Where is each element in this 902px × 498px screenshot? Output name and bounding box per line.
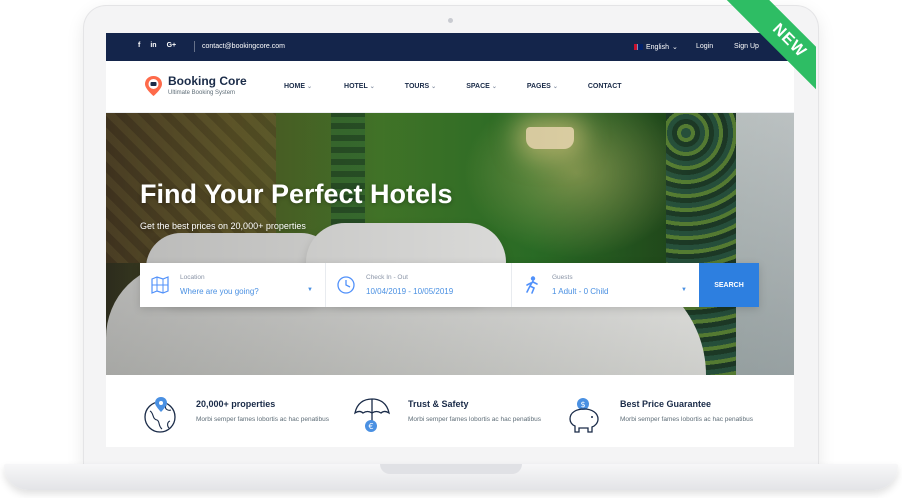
date-range-input[interactable]: 10/04/2019 - 10/05/2019 (366, 287, 453, 296)
piggy-bank-icon: $ (569, 398, 599, 433)
location-label: Location (180, 274, 205, 281)
main-menu: HOME ⌄ HOTEL ⌄ TOURS ⌄ SPACE ⌄ PAGES ⌄ CONTAC… (284, 83, 622, 90)
top-bar: f in G+ contact@bookingcore.com English … (106, 33, 794, 61)
new-ribbon-label: NEW (718, 0, 816, 112)
laptop-notch (380, 464, 522, 474)
svg-text:€: € (368, 422, 373, 431)
chevron-down-icon: ⌄ (671, 44, 678, 51)
menu-item-home[interactable]: HOME ⌄ (284, 83, 312, 90)
menu-item-contact[interactable]: CONTACT (588, 83, 622, 90)
hotel-search-form: Location Where are you going? ▼ Check In… (140, 263, 759, 307)
feature-title: 20,000+ properties (196, 399, 276, 409)
menu-item-space[interactable]: SPACE ⌄ (466, 83, 497, 90)
feature-item: € Trust & Safety Morbi semper fames lobo… (352, 395, 552, 439)
contact-email-link[interactable]: contact@bookingcore.com (202, 43, 285, 50)
feature-description: Morbi semper fames lobortis ac hac penat… (408, 416, 541, 423)
location-input[interactable]: Where are you going? (180, 287, 259, 296)
chevron-down-icon: ⌄ (552, 84, 558, 90)
feature-item: 20,000+ properties Morbi semper fames lo… (140, 395, 340, 439)
brand-title[interactable]: Booking Core (168, 74, 247, 88)
feature-title: Trust & Safety (408, 399, 469, 409)
language-label: English (646, 43, 669, 51)
language-selector[interactable]: English ⌄ (634, 43, 678, 51)
new-ribbon: NEW (696, 0, 816, 120)
date-label: Check In - Out (366, 274, 408, 281)
menu-item-tours[interactable]: TOURS ⌄ (405, 83, 436, 90)
hero-overlay (106, 113, 794, 375)
hero-subtitle: Get the best prices on 20,000+ propertie… (140, 221, 306, 231)
facebook-icon[interactable]: f (138, 42, 140, 49)
divider (194, 41, 195, 52)
website-screen: f in G+ contact@bookingcore.com English … (106, 33, 794, 447)
feature-title: Best Price Guarantee (620, 399, 712, 409)
caret-down-icon: ▼ (307, 287, 313, 293)
caret-down-icon: ▼ (681, 287, 687, 293)
linkedin-icon[interactable]: in (150, 42, 156, 49)
date-range-field[interactable]: Check In - Out 10/04/2019 - 10/05/2019 (326, 263, 512, 307)
guests-label: Guests (552, 274, 573, 281)
clock-icon (337, 276, 355, 294)
google-plus-icon[interactable]: G+ (167, 42, 177, 49)
feature-description: Morbi semper fames lobortis ac hac penat… (620, 416, 753, 423)
social-links: f in G+ (138, 42, 176, 49)
person-icon (526, 276, 538, 294)
guests-field[interactable]: Guests 1 Adult - 0 Child ▼ (512, 263, 699, 307)
chevron-down-icon: ⌄ (431, 84, 437, 90)
hero-banner: Find Your Perfect Hotels Get the best pr… (106, 113, 794, 375)
menu-item-hotel[interactable]: HOTEL ⌄ (344, 83, 375, 90)
main-navbar: Booking Core Ultimate Booking System HOM… (106, 61, 794, 113)
umbrella-icon: € (354, 398, 390, 432)
features-section: 20,000+ properties Morbi semper fames lo… (106, 375, 794, 447)
uk-flag-icon (634, 44, 643, 50)
hero-title: Find Your Perfect Hotels (140, 179, 453, 209)
svg-text:$: $ (580, 400, 585, 409)
guests-input[interactable]: 1 Adult - 0 Child (552, 287, 608, 296)
brand-tagline: Ultimate Booking System (168, 90, 236, 96)
search-button[interactable]: SEARCH (699, 263, 759, 307)
location-field[interactable]: Location Where are you going? ▼ (140, 263, 326, 307)
menu-item-pages[interactable]: PAGES ⌄ (527, 83, 558, 90)
feature-description: Morbi semper fames lobortis ac hac penat… (196, 416, 329, 423)
map-icon (151, 276, 169, 294)
chevron-down-icon: ⌄ (491, 84, 497, 90)
chevron-down-icon: ⌄ (307, 84, 313, 90)
camera-dot (448, 18, 453, 23)
location-pin-logo-icon[interactable] (144, 75, 163, 97)
globe-pin-icon (144, 397, 176, 433)
feature-item: $ Best Price Guarantee Morbi semper fame… (564, 395, 764, 439)
chevron-down-icon: ⌄ (369, 84, 375, 90)
